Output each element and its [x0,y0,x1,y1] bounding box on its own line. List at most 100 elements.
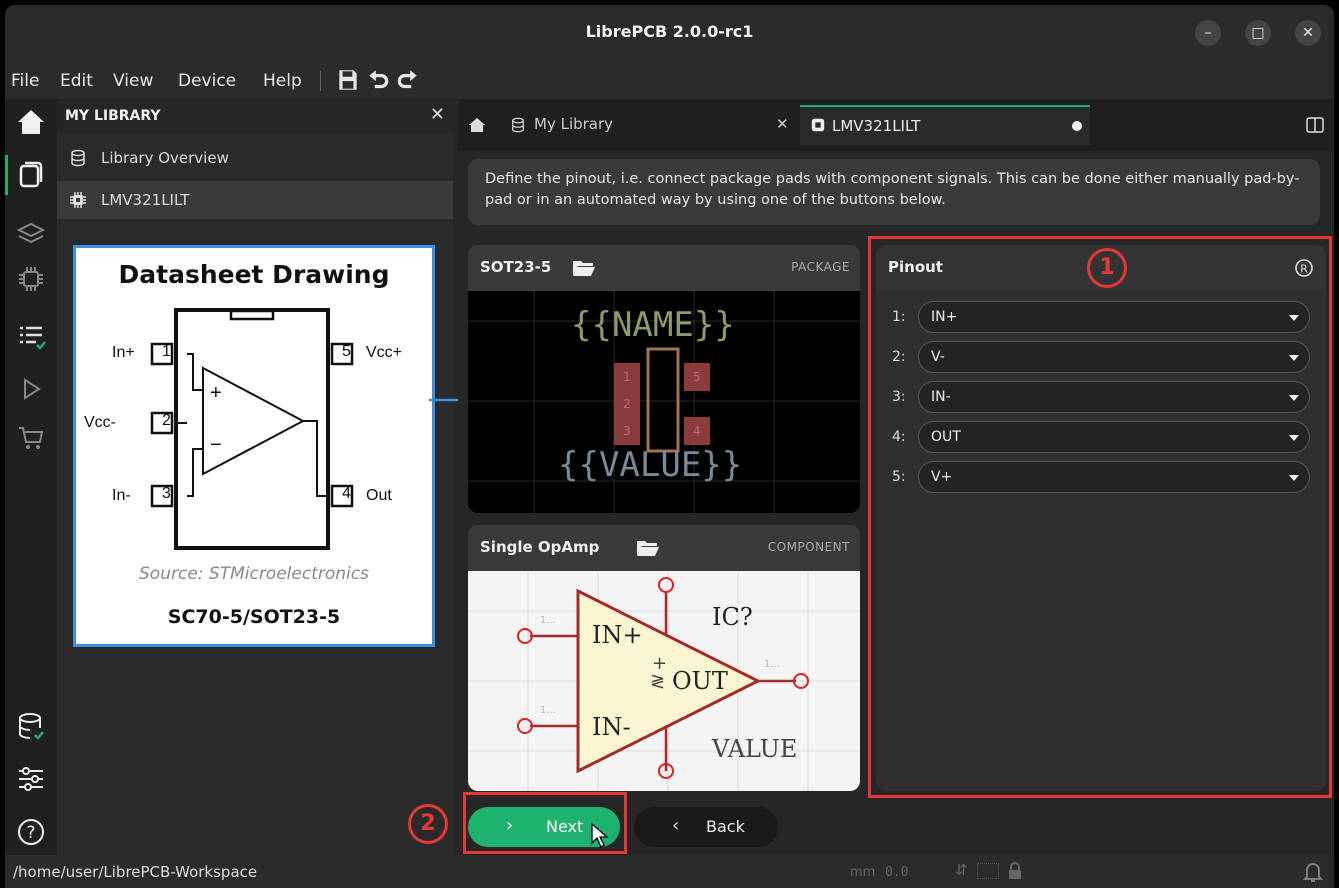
datasheet-drawing: Datasheet Drawing 1 2 3 5 4 In+ Vcc- In-… [73,245,435,647]
tab-device[interactable]: LMV321LILT [800,105,1090,145]
window-title: LibrePCB 2.0.0-rc1 [585,22,754,41]
pad-label: 3 [623,424,631,438]
package-card-header: SOT23-5 PACKAGE [468,245,860,291]
ds-pin-label: Vcc- [84,414,116,431]
datasheet-package: SC70-5/SOT23-5 [167,606,341,628]
close-panel-icon[interactable]: ✕ [430,104,445,125]
ds-pin-num: 5 [342,343,351,360]
pad-label: 1 [623,370,631,384]
library-panel-header: MY LIBRARY ✕ [57,99,453,133]
save-icon[interactable] [335,67,361,93]
menu-device[interactable]: Device [178,71,236,91]
activity-bar: ? [5,99,57,855]
symbol-pin-hint: 1... [764,659,780,670]
datasheet-source: Source: STMicroelectronics [139,564,369,584]
library-icon[interactable] [16,159,46,189]
checklist-icon[interactable] [16,321,46,351]
pinout-highlight-box [868,236,1332,798]
library-panel-title: MY LIBRARY [65,108,161,124]
opamp-package-drawing [150,308,354,550]
close-window-button[interactable]: ✕ [1295,20,1321,46]
home-tab-icon[interactable] [468,117,486,133]
symbol-in-minus: IN- [592,713,631,741]
menu-file[interactable]: File [11,71,39,91]
ds-pin-num: 3 [162,485,171,502]
ds-pin-num: 4 [342,485,351,502]
layers-icon[interactable] [16,219,46,249]
next-highlight-box [463,792,627,854]
maximize-button[interactable]: □ [1245,20,1271,46]
package-name: SOT23-5 [480,258,552,276]
home-icon[interactable] [16,107,46,137]
menu-view[interactable]: View [113,71,153,91]
split-view-icon[interactable] [1306,117,1324,133]
symbol-out: OUT [672,667,728,695]
library-item-device[interactable]: LMV321LILT [57,181,453,219]
tab-bar: My Library ✕ LMV321LILT [458,99,1334,151]
component-kind: COMPONENT [767,540,850,554]
database-icon[interactable] [16,711,46,741]
ds-pin-label: In+ [112,344,135,361]
pad-label: 4 [693,424,701,438]
database-icon [512,117,524,133]
menu-help[interactable]: Help [263,71,302,91]
database-icon [71,149,85,167]
grid-value: 0.0 [885,865,909,880]
symbol-value: VALUE [712,735,798,763]
close-tab-icon[interactable]: ✕ [776,115,789,133]
symbol-in-plus: IN+ [592,621,643,649]
back-button[interactable]: ‹ Back [634,807,778,847]
annotation-badge-2: 2 [408,804,448,844]
spin-icon[interactable]: ⇵ [955,861,968,879]
folder-open-icon[interactable] [636,539,660,557]
pad-label: 2 [623,397,631,411]
chip-icon [70,192,86,208]
back-button-label: Back [706,817,745,836]
chip-icon [811,118,825,132]
package-card: SOT23-5 PACKAGE {{NAME}} {{VALUE}} 1 2 3… [468,245,860,513]
menu-separator [320,71,321,91]
annotation-badge-1: 1 [1087,248,1127,288]
workspace-path: /home/user/LibrePCB-Workspace [13,863,258,881]
settings-sliders-icon[interactable] [16,764,46,794]
info-message: Define the pinout, i.e. connect package … [468,159,1320,225]
unit-label: mm [850,865,876,880]
cart-icon[interactable] [16,423,46,453]
run-icon[interactable] [16,374,46,404]
folder-open-icon[interactable] [572,259,596,277]
symbol-pin-hint: 1... [540,615,556,626]
tab-label: LMV321LILT [832,117,921,135]
library-item-label: LMV321LILT [101,191,190,209]
package-kind: PACKAGE [791,260,850,274]
ds-pin-num: 1 [162,343,171,360]
footprint-name-placeholder: {{NAME}} [571,305,735,345]
component-card-header: Single OpAmp COMPONENT [468,525,860,571]
redo-icon[interactable] [395,67,421,93]
component-card: Single OpAmp COMPONENT IN+ IN- OUT IC? V… [468,525,860,791]
tab-my-library[interactable]: My Library ✕ [498,105,798,145]
grid-icon[interactable] [977,863,999,879]
chevron-left-icon: ‹ [672,815,680,836]
tab-label: My Library [534,115,614,133]
minimize-button[interactable]: – [1195,20,1221,46]
menu-edit[interactable]: Edit [60,71,93,91]
svg-text:?: ? [26,823,35,843]
footprint-value-placeholder: {{VALUE}} [558,445,743,485]
library-item-label: Library Overview [101,149,229,167]
component-name: Single OpAmp [480,538,600,556]
menu-bar: File Edit View Device Help [5,61,1334,99]
title-bar: LibrePCB 2.0.0-rc1 – □ ✕ [5,5,1334,61]
symbol-pin-hint: 1... [540,705,556,716]
pad-label: 5 [693,370,701,384]
chip-icon[interactable] [16,264,46,294]
ds-minus-sign: − [210,434,222,456]
library-item-overview[interactable]: Library Overview [57,139,453,177]
status-bar: /home/user/LibrePCB-Workspace mm 0.0 ⇵ [5,855,1334,888]
ds-pin-label: Vcc+ [366,344,403,361]
symbol-marks: ≷ [650,671,666,692]
help-icon[interactable]: ? [16,817,46,847]
bell-icon[interactable] [1303,861,1323,883]
lock-icon[interactable] [1007,862,1023,880]
active-indicator [5,155,8,195]
undo-icon[interactable] [365,67,391,93]
